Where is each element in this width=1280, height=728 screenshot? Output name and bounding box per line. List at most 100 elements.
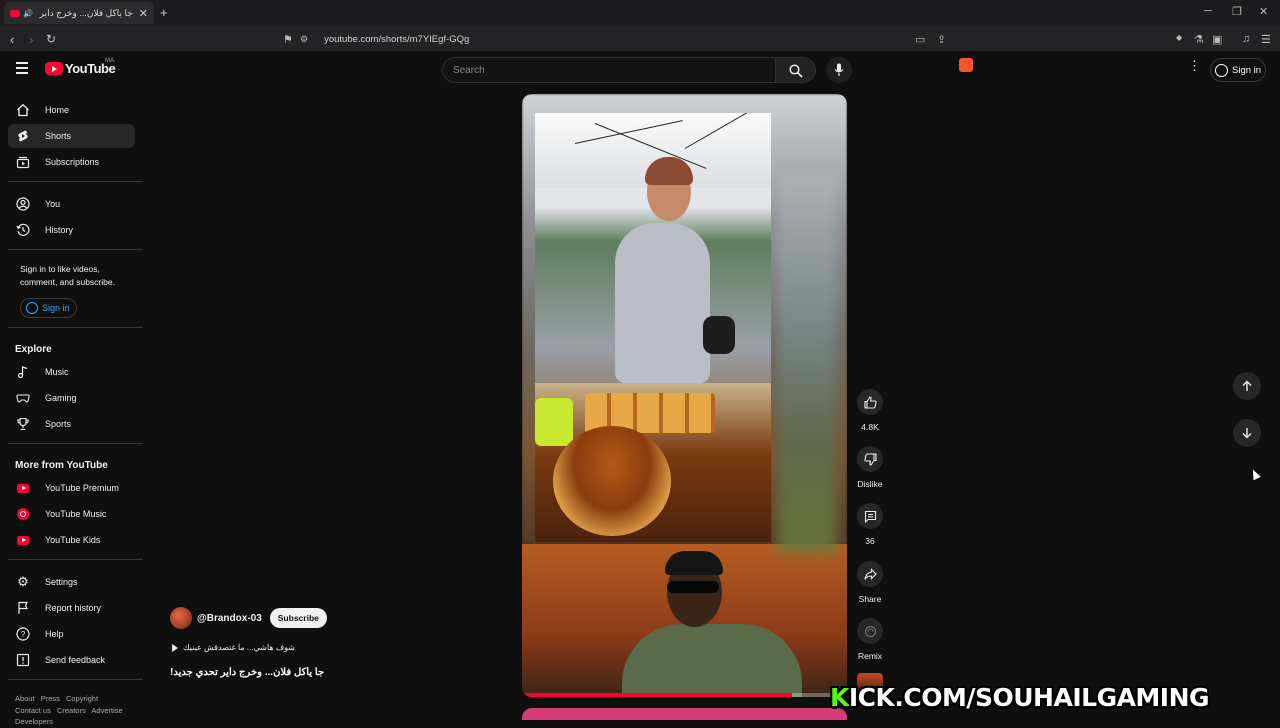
media-icon[interactable]: ♫ <box>1242 33 1250 45</box>
help-icon: ? <box>16 627 30 641</box>
sign-in-label: Sign in <box>1232 64 1262 76</box>
sidebar-divider <box>8 679 143 680</box>
share-button[interactable]: Share <box>855 561 885 604</box>
sidebar-sign-in-button[interactable]: Sign in <box>20 298 77 318</box>
comments-button[interactable]: 36 <box>855 503 885 546</box>
kick-watermark: KICK.COM/SOUHAILGAMING <box>830 683 1276 712</box>
sidebar-item-label: Send feedback <box>45 655 106 665</box>
footer-link-advertise[interactable]: Advertise <box>91 706 122 715</box>
sidebar-divider <box>8 249 143 250</box>
back-icon[interactable]: ‹ <box>10 32 14 47</box>
sidebar-toggle-icon[interactable]: ▣ <box>1212 33 1222 46</box>
footer-link-contact[interactable]: Contact us <box>15 706 51 715</box>
subscribe-button[interactable]: Subscribe <box>269 608 327 628</box>
hamburger-menu-icon[interactable] <box>16 62 28 77</box>
maximize-icon[interactable]: ❐ <box>1232 5 1242 18</box>
sidebar-item-home[interactable]: Home <box>8 98 135 122</box>
comment-count: 36 <box>865 536 875 546</box>
share-page-icon[interactable]: ⇪ <box>937 33 946 46</box>
sound-title: شوف هاشي... ما غتصدقش عينيك <box>183 643 295 652</box>
streamer-cap <box>665 551 723 575</box>
youtube-favicon-icon <box>10 9 20 17</box>
sound-link[interactable]: شوف هاشي... ما غتصدقش عينيك <box>172 643 295 652</box>
thumbs-down-icon <box>863 452 877 466</box>
new-tab-icon[interactable]: + <box>160 5 168 20</box>
close-tab-icon[interactable]: ✕ <box>139 7 148 20</box>
country-code: MA <box>105 58 114 64</box>
subscriptions-icon <box>16 155 30 169</box>
remix-button[interactable]: Remix <box>855 618 885 661</box>
sidebar-item-history[interactable]: History <box>8 218 135 242</box>
minimize-icon[interactable]: ─ <box>1204 5 1212 17</box>
sidebar-item-you[interactable]: You <box>8 192 135 216</box>
dislike-label: Dislike <box>857 479 883 489</box>
explore-heading: Explore <box>15 344 52 355</box>
footer-link-press[interactable]: Press <box>41 694 60 703</box>
search-button[interactable] <box>776 57 816 83</box>
speaker-icon[interactable]: 🔊 <box>23 9 33 18</box>
sidebar-item-sports[interactable]: Sports <box>8 412 135 436</box>
footer-link-developers[interactable]: Developers <box>15 717 53 726</box>
comment-icon <box>864 510 876 523</box>
reload-icon[interactable]: ↻ <box>46 32 56 46</box>
history-icon <box>16 223 30 237</box>
sidebar-item-youtube-kids[interactable]: YouTube Kids <box>8 528 135 552</box>
footer-link-about[interactable]: About <box>15 694 35 703</box>
video-side-blur <box>777 174 837 554</box>
sidebar-item-label: Music <box>45 367 69 377</box>
close-window-icon[interactable]: ✕ <box>1259 5 1268 18</box>
sidebar-item-label: Shorts <box>45 131 72 141</box>
voice-search-button[interactable] <box>826 57 852 83</box>
sidebar-item-youtube-music[interactable]: YouTube Music <box>8 502 135 526</box>
sidebar-item-music[interactable]: Music <box>8 360 135 384</box>
sidebar-item-label: Home <box>45 105 70 115</box>
next-short-button[interactable] <box>1233 419 1261 447</box>
short-title[interactable]: جا ياكل فلان... وخرج داير تحدي جديد! <box>170 667 330 678</box>
channel-avatar[interactable] <box>170 607 192 629</box>
sidebar-item-settings[interactable]: ⚙ Settings <box>8 570 135 594</box>
share-label: Share <box>858 594 882 604</box>
sidebar-item-send-feedback[interactable]: Send feedback <box>8 648 135 672</box>
forward-icon[interactable]: › <box>29 32 33 47</box>
sidebar-item-subscriptions[interactable]: Subscriptions <box>8 150 135 174</box>
sidebar-item-shorts[interactable]: Shorts <box>8 124 135 148</box>
thumbs-up-icon <box>863 395 877 409</box>
site-info-icon[interactable]: ⚙ <box>300 34 308 45</box>
short-video-player[interactable] <box>522 94 847 697</box>
vendor-figure <box>615 223 710 383</box>
youtube-music-icon <box>16 507 30 521</box>
url-field[interactable]: ⚙ youtube.com/shorts/m7YIEgf-GQg <box>300 30 980 48</box>
yellow-cloth <box>535 398 573 446</box>
share-icon <box>863 567 877 580</box>
browser-tab-bar: 🔊 جا ياكل فلان... وخرج داير تحدي ✕ + ─ ❐… <box>0 0 1280 26</box>
sidebar-item-help[interactable]: ? Help <box>8 622 135 646</box>
dislike-button[interactable]: Dislike <box>855 446 885 489</box>
sidebar-divider <box>8 443 143 444</box>
browser-tab[interactable]: 🔊 جا ياكل فلان... وخرج داير تحدي ✕ <box>4 2 154 24</box>
wallet-icon[interactable]: ◆ <box>1176 33 1182 42</box>
search-input[interactable]: Search <box>442 57 776 83</box>
like-button[interactable]: 4.8K <box>855 389 885 432</box>
gear-icon: ⚙ <box>17 574 29 589</box>
sidebar-item-label: You <box>45 199 61 209</box>
previous-short-button[interactable] <box>1233 372 1261 400</box>
remix-icon <box>864 625 876 637</box>
settings-kebab-icon[interactable]: ⋮ <box>1188 59 1201 72</box>
cast-icon[interactable]: ▭ <box>915 33 925 46</box>
bookmark-icon[interactable]: ⚑ <box>283 33 293 46</box>
next-short-preview[interactable] <box>522 708 847 720</box>
browser-menu-icon[interactable]: ☰ <box>1261 33 1271 46</box>
extensions-icon[interactable]: ⚗ <box>1194 33 1204 46</box>
address-bar: ‹ › ↻ ⚑ ⚙ youtube.com/shorts/m7YIEgf-GQg… <box>0 26 1280 72</box>
music-icon <box>16 365 30 379</box>
footer-link-copyright[interactable]: Copyright <box>66 694 98 703</box>
youtube-logo[interactable]: YouTube MA <box>45 58 116 76</box>
sidebar-item-youtube-premium[interactable]: YouTube Premium <box>8 476 135 500</box>
sign-in-button[interactable]: Sign in <box>1210 58 1266 82</box>
video-progress-bar[interactable] <box>522 693 847 697</box>
footer-link-creators[interactable]: Creators <box>57 706 86 715</box>
sidebar-item-gaming[interactable]: Gaming <box>8 386 135 410</box>
channel-name[interactable]: @Brandox-03 <box>197 613 262 624</box>
streamer-webcam <box>617 551 807 697</box>
sidebar-item-report-history[interactable]: Report history <box>8 596 135 620</box>
